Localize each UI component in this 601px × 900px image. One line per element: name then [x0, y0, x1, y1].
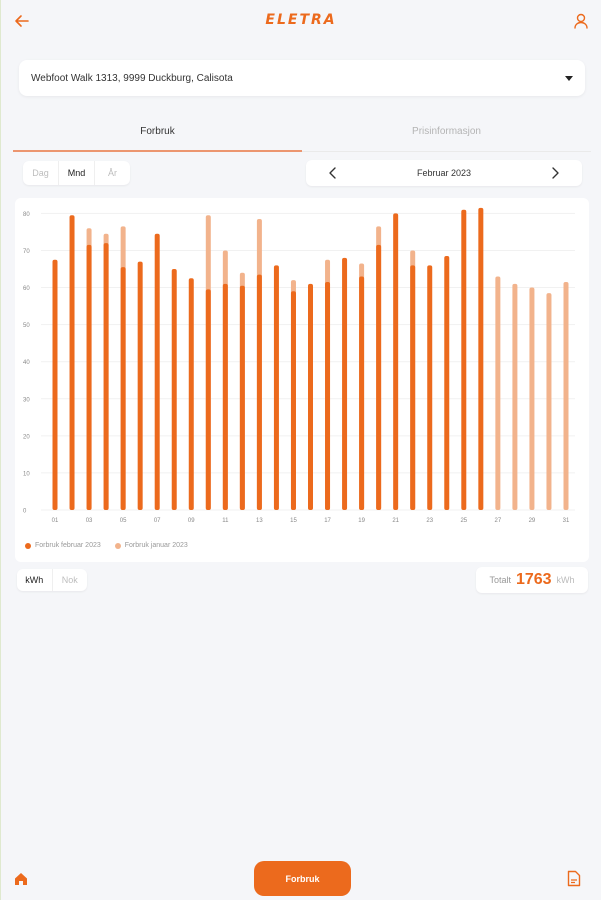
- bar-februar[interactable]: [461, 209, 467, 510]
- user-icon[interactable]: [573, 12, 589, 30]
- consumption-chart: 0 10 20 30 40 50 60 70 80 01 03 05 07 09 11 13 15 17 19 21 2…: [15, 198, 589, 562]
- period-option-ar[interactable]: År: [95, 161, 130, 185]
- bar-januar[interactable]: [546, 293, 552, 510]
- bar-januar[interactable]: [529, 287, 535, 510]
- period-option-mnd[interactable]: Mnd: [58, 161, 95, 185]
- y-tick-label: 40: [23, 360, 30, 366]
- x-tick-label: 07: [154, 518, 161, 524]
- unit-option-kwh[interactable]: kWh: [17, 569, 53, 591]
- total-consumption: Totalt 1763 kWh: [476, 567, 588, 593]
- month-label: Februar 2023: [416, 168, 472, 178]
- bar-februar[interactable]: [410, 265, 416, 510]
- bar-februar[interactable]: [86, 244, 92, 511]
- period-selector: Dag Mnd År: [23, 161, 130, 185]
- y-tick-label: 70: [23, 249, 30, 255]
- bar-februar[interactable]: [342, 257, 348, 510]
- bar-februar[interactable]: [188, 278, 194, 510]
- bar-februar[interactable]: [239, 285, 245, 510]
- bar-februar[interactable]: [69, 215, 75, 510]
- chart-svg: 0 10 20 30 40 50 60 70 80 01 03 05 07 09 11 13 15 17 19 21 2…: [23, 207, 575, 524]
- x-tick-label: 29: [529, 518, 536, 524]
- bar-februar[interactable]: [205, 289, 211, 510]
- chevron-right-icon[interactable]: [548, 166, 562, 180]
- legend-item-februar: Forbruk februar 2023: [25, 542, 101, 549]
- bar-februar[interactable]: [325, 282, 331, 510]
- address-value: Webfoot Walk 1313, 9999 Duckburg, Caliso…: [31, 72, 233, 84]
- forbruk-button[interactable]: Forbruk: [254, 861, 351, 896]
- tab-forbruk[interactable]: Forbruk: [13, 118, 302, 152]
- month-navigator: Februar 2023: [306, 160, 582, 186]
- bar-februar[interactable]: [478, 207, 484, 511]
- bar-februar[interactable]: [393, 213, 399, 511]
- bar-februar[interactable]: [256, 274, 262, 510]
- bar-februar[interactable]: [154, 233, 160, 510]
- x-tick-label: 25: [460, 518, 467, 524]
- legend-dot-januar: [114, 542, 121, 549]
- document-icon[interactable]: [567, 870, 581, 887]
- y-tick-label: 80: [23, 212, 30, 218]
- chevron-left-icon[interactable]: [326, 166, 340, 180]
- legend-item-januar: Forbruk januar 2023: [114, 542, 188, 549]
- bar-februar[interactable]: [52, 259, 58, 510]
- period-option-dag[interactable]: Dag: [23, 161, 58, 185]
- bar-januar[interactable]: [495, 276, 501, 510]
- bar-januar[interactable]: [512, 283, 518, 510]
- legend-dot-februar: [25, 542, 31, 549]
- y-tick-label: 60: [23, 286, 30, 292]
- x-tick-label: 09: [188, 518, 195, 524]
- x-tick-label: 17: [324, 518, 331, 524]
- y-tick-label: 20: [23, 434, 30, 440]
- bar-februar[interactable]: [290, 291, 296, 510]
- y-tick-label: 10: [23, 471, 30, 477]
- x-tick-label: 23: [426, 518, 433, 524]
- bar-februar[interactable]: [273, 265, 279, 510]
- x-tick-label: 21: [392, 518, 399, 524]
- legend-label-januar: Forbruk januar 2023: [124, 542, 188, 549]
- home-icon[interactable]: [13, 871, 29, 887]
- x-tick-label: 05: [120, 518, 127, 524]
- x-tick-label: 19: [358, 518, 365, 524]
- bar-januar[interactable]: [563, 282, 569, 510]
- unit-option-nok[interactable]: Nok: [53, 569, 88, 591]
- caret-down-icon: [565, 75, 573, 81]
- chart-legend: Forbruk februar 2023 Forbruk januar 2023: [25, 542, 188, 549]
- bar-februar[interactable]: [120, 267, 126, 510]
- tab-bar: Forbruk Prisinformasjon: [13, 118, 591, 152]
- y-tick-label: 50: [23, 323, 30, 329]
- bar-februar[interactable]: [103, 243, 109, 510]
- app-logo: ELETRA: [265, 12, 337, 28]
- total-unit: kWh: [556, 575, 575, 585]
- x-tick-label: 01: [52, 518, 59, 524]
- bar-februar[interactable]: [222, 283, 228, 510]
- address-select[interactable]: Webfoot Walk 1313, 9999 Duckburg, Caliso…: [19, 60, 585, 96]
- bar-februar[interactable]: [427, 265, 433, 510]
- bar-februar[interactable]: [171, 269, 177, 510]
- bar-februar[interactable]: [444, 256, 450, 510]
- bar-februar[interactable]: [308, 283, 313, 510]
- bar-februar[interactable]: [359, 276, 365, 510]
- total-value: 1763: [515, 571, 552, 588]
- x-tick-label: 27: [495, 518, 502, 524]
- y-tick-label: 30: [23, 397, 30, 403]
- x-tick-label: 31: [563, 518, 570, 524]
- tab-prisinformasjon[interactable]: Prisinformasjon: [302, 118, 591, 152]
- x-tick-label: 13: [256, 518, 263, 524]
- y-tick-label: 0: [23, 509, 27, 515]
- legend-label-februar: Forbruk februar 2023: [35, 542, 101, 549]
- x-tick-label: 15: [290, 518, 297, 524]
- app-header: ELETRA: [1, 0, 601, 42]
- x-tick-label: 03: [86, 518, 93, 524]
- unit-selector: kWh Nok: [17, 569, 87, 591]
- x-tick-label: 11: [222, 518, 229, 524]
- bar-februar[interactable]: [137, 261, 143, 510]
- bar-februar[interactable]: [376, 244, 382, 511]
- total-label: Totalt: [489, 575, 511, 585]
